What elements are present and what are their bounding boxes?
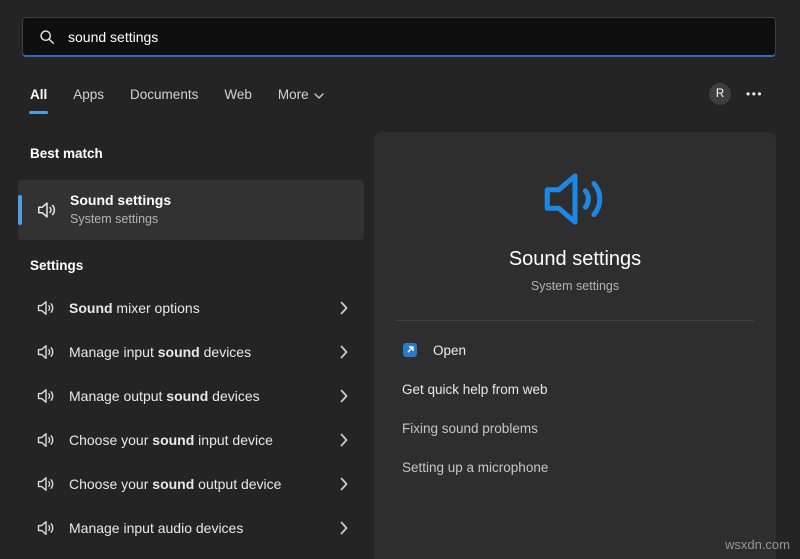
result-label: Choose your sound output device [69,476,282,492]
best-match-title: Sound settings [70,192,172,209]
speaker-icon [36,518,56,538]
speaker-icon [36,342,56,362]
result-label: Choose your sound input device [69,432,273,448]
best-match-text: Sound settings System settings [70,192,171,227]
tab-documents[interactable]: Documents [130,87,198,102]
chevron-down-icon [314,93,324,99]
tab-apps[interactable]: Apps [73,87,104,102]
open-external-icon [402,342,418,358]
list-item[interactable]: Manage input audio devices [18,506,364,550]
help-link[interactable]: Fixing sound problems [402,421,538,436]
chevron-right-icon [340,477,348,491]
list-item[interactable]: Choose your sound input device [18,418,364,462]
preview-panel: Sound settings System settings Open Get … [374,132,776,559]
watermark: wsxdn.com [724,537,790,552]
search-filter-tabs: All Apps Documents Web More [28,87,324,114]
help-link[interactable]: Setting up a microphone [402,460,548,475]
search-icon [39,29,55,45]
result-label: Manage input audio devices [69,520,244,536]
best-match-heading: Best match [30,146,103,161]
list-item[interactable]: Choose your sound output device [18,462,364,506]
settings-results-list: Sound mixer options Manage input sound d… [18,286,364,550]
open-label: Open [433,342,467,358]
result-label: Manage input sound devices [69,344,252,360]
list-item[interactable]: Manage output sound devices [18,374,364,418]
result-label: Manage output sound devices [69,388,260,404]
best-match-subtitle: System settings [70,211,159,226]
search-input[interactable]: sound settings [68,29,158,45]
preview-subtitle: System settings [530,279,620,293]
help-link[interactable]: Get quick help from web [402,382,548,397]
chevron-right-icon [340,389,348,403]
chevron-right-icon [340,345,348,359]
chevron-right-icon [340,433,348,447]
tab-web[interactable]: Web [224,87,252,102]
chevron-right-icon [340,521,348,535]
profile-avatar[interactable]: R [709,83,731,105]
best-match-item[interactable]: Sound settings System settings [18,180,364,240]
settings-heading: Settings [30,258,84,273]
list-item[interactable]: Sound mixer options [18,286,364,330]
search-box[interactable]: sound settings [22,17,776,57]
open-action[interactable]: Open [402,342,466,358]
preview-title: Sound settings [508,248,642,270]
selection-accent-bar [18,195,22,225]
chevron-right-icon [340,301,348,315]
speaker-icon [36,199,58,221]
list-item[interactable]: Manage input sound devices [18,330,364,374]
divider [396,320,754,321]
speaker-icon [36,430,56,450]
speaker-icon [36,474,56,494]
more-options-button[interactable]: ••• [746,87,763,101]
speaker-icon [36,386,56,406]
speaker-icon [36,298,56,318]
tab-all[interactable]: All [28,87,49,114]
tab-more[interactable]: More [278,87,324,102]
result-label: Sound mixer options [69,300,200,316]
sound-settings-icon [535,162,615,236]
